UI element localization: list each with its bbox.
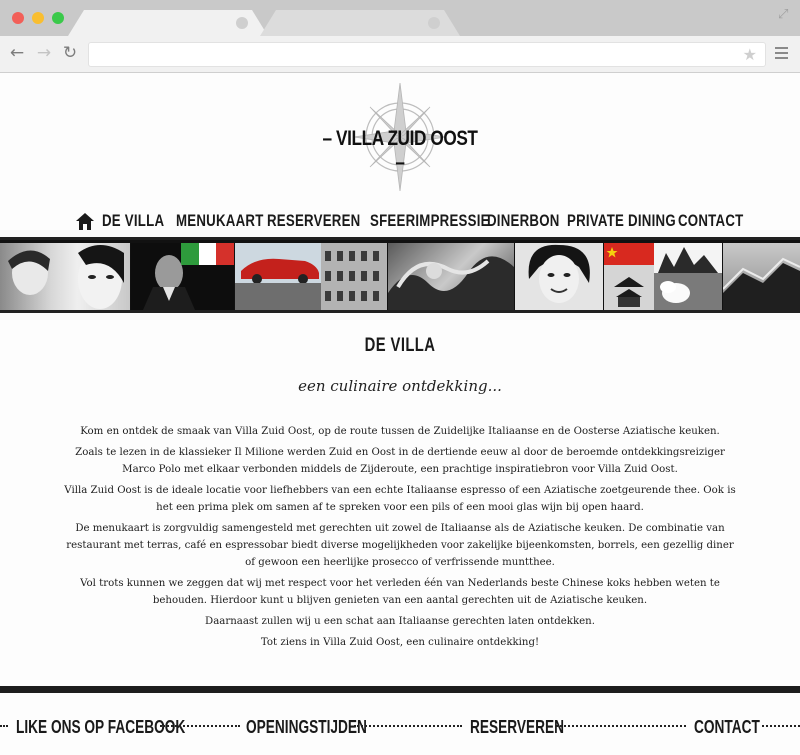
- nav-item-sfeerimpressie[interactable]: SFEERIMPRESSIE: [370, 211, 490, 231]
- banner-china-image: [604, 243, 722, 310]
- tab-close-icon[interactable]: [236, 17, 248, 29]
- nav-item-menukaart[interactable]: MENUKAART: [176, 211, 264, 231]
- banner-woman-image: [515, 243, 603, 310]
- main-content: DE VILLA een culinaire ontdekking... Kom…: [0, 335, 800, 651]
- paragraph: Villa Zuid Oost is de ideale locatie voo…: [64, 485, 736, 513]
- paragraph: De menukaart is zorgvuldig samengesteld …: [66, 523, 734, 568]
- browser-chrome: ⤢ ← → ↻ ★: [0, 0, 800, 73]
- logo-title: – VILLA ZUID OOST –: [322, 127, 478, 174]
- dotted-separator: [160, 725, 240, 727]
- banner-dragon-image: [388, 243, 514, 310]
- intro-text: Kom en ontdek de smaak van Villa Zuid Oo…: [0, 423, 800, 651]
- footer-nav: LIKE ONS OP FACEBOOK OPENINGSTIJDEN RESE…: [0, 713, 800, 743]
- footer-link-contact[interactable]: CONTACT: [694, 717, 760, 738]
- site-logo[interactable]: – VILLA ZUID OOST –: [300, 81, 500, 193]
- close-window-button[interactable]: [12, 12, 24, 24]
- photo-banner: [0, 237, 800, 313]
- banner-car-image: [235, 243, 387, 310]
- forward-arrow-icon[interactable]: →: [35, 44, 53, 62]
- web-page: – VILLA ZUID OOST – DE VILLA MENUKAART R…: [0, 73, 800, 755]
- bookmark-star-icon[interactable]: ★: [743, 45, 757, 64]
- nav-item-contact[interactable]: CONTACT: [678, 211, 743, 231]
- maximize-window-button[interactable]: [52, 12, 64, 24]
- tab-close-icon[interactable]: [428, 17, 440, 29]
- paragraph: Zoals te lezen in de klassieker Il Milio…: [75, 447, 725, 475]
- dotted-separator: [0, 725, 8, 727]
- nav-item-de-villa[interactable]: DE VILLA: [102, 211, 164, 231]
- footer-divider: [0, 686, 800, 693]
- browser-tab-active[interactable]: [68, 10, 268, 36]
- home-icon[interactable]: [76, 213, 94, 230]
- footer-link-openingstijden[interactable]: OPENINGSTIJDEN: [246, 717, 367, 738]
- paragraph: Daarnaast zullen wij u een schat aan Ita…: [205, 616, 595, 627]
- address-bar[interactable]: ★: [88, 42, 766, 67]
- nav-item-private-dining[interactable]: PRIVATE DINING: [567, 211, 676, 231]
- dotted-separator: [354, 725, 462, 727]
- reload-icon[interactable]: ↻: [61, 44, 79, 62]
- tab-strip: ⤢: [0, 0, 800, 36]
- dotted-separator: [556, 725, 686, 727]
- minimize-window-button[interactable]: [32, 12, 44, 24]
- banner-wall-image: [723, 243, 800, 310]
- browser-menu-icon[interactable]: [775, 47, 788, 62]
- fullscreen-icon[interactable]: ⤢: [778, 7, 792, 22]
- paragraph: Vol trots kunnen we zeggen dat wij met r…: [80, 578, 720, 606]
- paragraph: Tot ziens in Villa Zuid Oost, een culina…: [260, 637, 540, 648]
- dotted-separator: [762, 725, 800, 727]
- banner-godfather-image: [131, 243, 234, 310]
- paragraph: Kom en ontdek de smaak van Villa Zuid Oo…: [80, 426, 720, 437]
- footer-link-reserveren[interactable]: RESERVEREN: [470, 717, 564, 738]
- back-arrow-icon[interactable]: ←: [8, 44, 26, 62]
- nav-item-dinerbon[interactable]: DINERBON: [487, 211, 560, 231]
- banner-portrait-image: [0, 243, 130, 310]
- page-title: DE VILLA: [364, 335, 436, 356]
- page-subtitle: een culinaire ontdekking...: [298, 377, 502, 395]
- footer-link-facebook[interactable]: LIKE ONS OP FACEBOOK: [16, 717, 185, 738]
- main-navigation: DE VILLA MENUKAART RESERVEREN SFEERIMPRE…: [0, 211, 800, 235]
- browser-toolbar: ← → ↻ ★: [0, 36, 800, 73]
- nav-item-reserveren[interactable]: RESERVEREN: [267, 211, 360, 231]
- browser-tab-inactive[interactable]: [260, 10, 460, 36]
